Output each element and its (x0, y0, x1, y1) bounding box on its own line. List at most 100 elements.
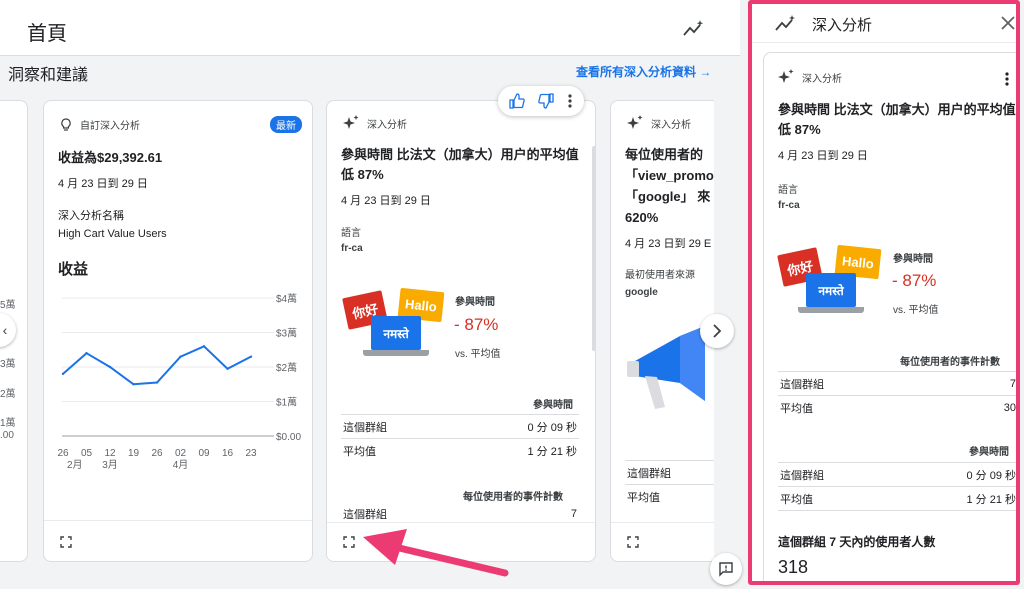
laptop-base (798, 307, 864, 313)
more-vert-icon[interactable] (567, 93, 573, 109)
row-label: 這個群組 (627, 467, 671, 480)
trending-sparkle-icon (775, 15, 795, 31)
thumbs-down-icon[interactable] (538, 93, 554, 109)
data-point (108, 365, 112, 369)
dimension-value: fr-ca (778, 200, 800, 211)
data-point (132, 383, 135, 386)
custom-insight-card[interactable]: 自訂深入分析 最新 收益為$29,392.61 4 月 23 日到 29 日 深… (43, 100, 313, 562)
dimension-value: fr-ca (341, 243, 363, 254)
users-value: 318 (778, 557, 809, 577)
dimension-label: 語言 (778, 185, 798, 196)
insight-headline: 參與時間 比法文（加拿大）用户的平均值低 87% (341, 147, 579, 182)
x-tick-label: 23 (245, 448, 257, 459)
row-label: 平均值 (780, 402, 813, 415)
x-tick-label: 16 (222, 448, 234, 459)
metric-label: 參與時間 (455, 297, 495, 308)
panel-insight-card: 深入分析 參與時間 比法文（加拿大）用户的平均值低 87% 4 月 23 日到 … (763, 52, 1016, 581)
table-row: 平均值 1 分 21 秒 (778, 486, 1016, 510)
date-range: 4 月 23 日到 29 E (625, 238, 712, 250)
card-type-label: 自訂深入分析 (80, 121, 140, 132)
panel-header-divider (752, 42, 1016, 43)
expand-icon[interactable] (343, 536, 355, 548)
row-divider (778, 510, 1016, 511)
insight-headline: 參與時間 比法文（加拿大）用户的平均值低 87% (778, 102, 1016, 137)
insights-button[interactable] (680, 16, 706, 42)
top-bar (0, 0, 740, 56)
feedback-button[interactable] (710, 553, 742, 585)
table-row: 這個群組 7 (341, 506, 579, 522)
feedback-toolbar (498, 86, 584, 116)
sparkle-icon (627, 115, 643, 129)
insight-headline-line: 620% (625, 210, 659, 225)
lightbulb-icon (61, 117, 71, 131)
annotation-arrow (363, 529, 509, 577)
section-title: 洞察和建議 (8, 67, 89, 84)
trending-sparkle-icon (683, 20, 704, 36)
row-label: 平均值 (780, 493, 813, 506)
left-tick: 2萬 (0, 389, 16, 400)
insight-headline-line: 「google」 來 (625, 189, 711, 204)
more-vert-icon[interactable] (1004, 71, 1010, 87)
y-tick-label: $0.00 (276, 432, 301, 443)
laptop-base (363, 350, 429, 356)
left-tick: 1萬 (0, 418, 16, 429)
view-all-insights-link[interactable]: 查看所有深入分析資料 → (576, 63, 711, 80)
table-row: 平均值 1 分 21 秒 (341, 438, 579, 462)
x-tick-label: 12 (104, 448, 116, 459)
insight-detail-panel: 深入分析 深入分析 參與時間 比法文（加拿大）用户的平均值低 87% 4 月 2… (748, 0, 1020, 585)
table-row: 這個群組 0 分 09 秒 (341, 414, 579, 438)
date-range: 4 月 23 日到 29 日 (58, 178, 148, 190)
dimension-label: 最初使用者來源 (625, 270, 695, 281)
revenue-series-line (62, 345, 252, 386)
insight-card-engagement[interactable]: 深入分析 參與時間 比法文（加拿大）用户的平均值低 87% 4 月 23 日到 … (326, 100, 596, 562)
x-sublabel: 3月 (102, 459, 118, 471)
card-type-label: 深入分析 (651, 119, 691, 131)
data-point (85, 352, 88, 355)
scrollbar[interactable] (592, 146, 595, 351)
page-title: 首頁 (27, 23, 67, 45)
x-sublabel: 4月 (173, 459, 189, 471)
table-title: 參與時間 (969, 447, 1009, 458)
table-title: 每位使用者的事件計數 (900, 357, 1000, 368)
x-tick-label: 26 (151, 448, 163, 459)
next-button[interactable] (700, 314, 734, 348)
sparkle-icon (778, 69, 794, 83)
data-point (61, 372, 65, 376)
new-badge: 最新 (270, 116, 302, 133)
data-point (249, 355, 253, 358)
metric-value: - 87% (454, 315, 499, 334)
table-title: 參與時間 (533, 400, 573, 411)
insight-headline: 收益為$29,392.61 (58, 150, 163, 165)
thumbs-up-icon[interactable] (509, 93, 525, 109)
metric-label: 參與時間 (893, 254, 933, 265)
y-tick-label: $4萬 (276, 292, 297, 305)
card-type-label: 深入分析 (802, 73, 842, 85)
data-point (155, 381, 159, 384)
x-sublabel: 2月 (67, 459, 83, 471)
metric-comparison: vs. 平均值 (455, 349, 501, 360)
date-range: 4 月 23 日到 29 日 (778, 150, 868, 162)
row-value: 7 (570, 508, 577, 520)
users-label: 這個群組 7 天內的使用者人數 (778, 535, 936, 549)
insight-headline-line: 每位使用者的 (625, 147, 704, 162)
x-tick-label: 09 (198, 448, 210, 459)
row-label: 這個群組 (343, 509, 387, 521)
row-value: 30 (1003, 401, 1016, 414)
left-tick: 3萬 (0, 359, 16, 370)
chart-title: 收益 (58, 261, 89, 278)
row-value: 7 (1009, 377, 1016, 390)
table-row: 平均值 30 (778, 395, 1016, 419)
expand-icon[interactable] (60, 536, 72, 548)
left-tick: 5萬 (0, 300, 16, 311)
row-value: 0 分 09 秒 (966, 469, 1016, 482)
dimension-value: google (625, 287, 658, 298)
chevron-left-icon: ‹ (2, 322, 8, 338)
expand-icon[interactable] (627, 536, 639, 548)
x-tick-label: 02 (175, 448, 187, 459)
table-title: 每位使用者的事件計數 (463, 492, 563, 503)
left-tick: .00 (0, 430, 14, 441)
date-range: 4 月 23 日到 29 日 (341, 195, 431, 207)
insight-name-value: High Cart Value Users (58, 228, 167, 240)
close-icon[interactable] (1001, 16, 1015, 30)
row-label: 這個群組 (780, 378, 824, 391)
